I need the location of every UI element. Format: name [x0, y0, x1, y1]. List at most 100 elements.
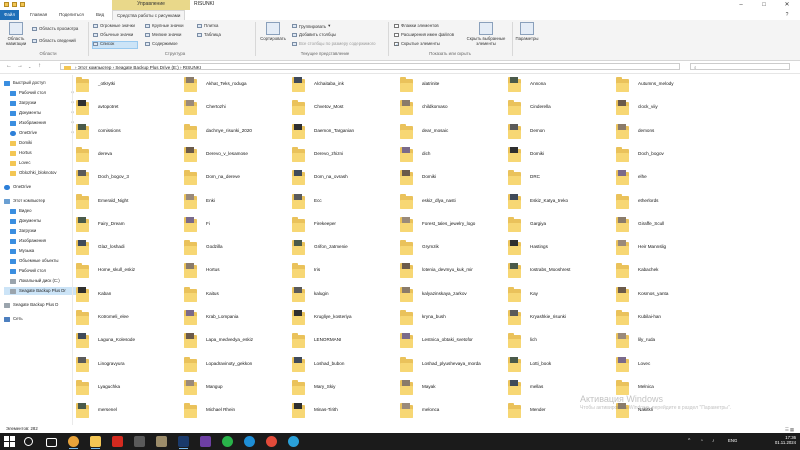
add-columns-dropdown[interactable]: Добавить столбцы — [292, 32, 336, 37]
breadcrumb-this-pc[interactable]: Этот компьютер — [78, 65, 112, 70]
folder-item[interactable]: Eskiz_Katya_treko — [508, 192, 608, 213]
folder-item[interactable]: Kay — [508, 285, 608, 306]
telegram-icon[interactable] — [288, 436, 299, 447]
folder-item[interactable]: alatrinite — [400, 75, 500, 96]
sidebar-item[interactable]: Сеть — [4, 315, 70, 323]
sidebar-item[interactable]: Локальный диск (C:) — [4, 277, 76, 285]
tab-share[interactable]: Поделиться — [55, 10, 88, 20]
folder-item[interactable]: Domiki — [508, 145, 608, 166]
recent-locations-icon[interactable]: ⌄ — [28, 64, 31, 69]
yandex-browser-icon[interactable] — [266, 436, 277, 447]
volume-icon[interactable]: ♪ — [712, 438, 715, 444]
fit-columns-button[interactable]: Все столбцы по размеру содержимого — [292, 41, 376, 46]
folder-item[interactable]: Heir Mannslig — [616, 238, 716, 259]
folder-item[interactable]: Chertozhi — [184, 98, 284, 119]
folder-item[interactable]: eskiz_dlya_nasti — [400, 192, 500, 213]
view-table[interactable]: Таблица — [197, 32, 221, 37]
folder-item[interactable]: Krugliye_kosteriya — [292, 308, 392, 329]
breadcrumb-drive[interactable]: Seagate Backup Plus Drive (E:) — [115, 65, 178, 70]
folder-item[interactable]: Forest_tales_jewelry_logo — [400, 215, 500, 236]
folder-item[interactable]: Michael Rhein — [184, 401, 284, 422]
folder-item[interactable]: Loshad_bubon — [292, 355, 392, 376]
sidebar-item[interactable]: Seagate Backup Plus Dr — [4, 287, 76, 295]
close-button[interactable]: ✕ — [776, 0, 798, 10]
folder-item[interactable]: kalyazinskaya_zarkov — [400, 285, 500, 306]
folder-item[interactable]: Laguna_Kolesode — [76, 331, 176, 352]
sidebar-item[interactable]: Изображения⚲ — [4, 119, 76, 127]
sidebar-item[interactable]: Hortus — [4, 149, 76, 157]
folder-item[interactable]: kalugin — [292, 285, 392, 306]
folder-item[interactable]: Lotti_book — [508, 355, 608, 376]
sidebar-item[interactable]: Lovec — [4, 159, 76, 167]
folder-item[interactable]: dachnye_risunki_2020 — [184, 122, 284, 143]
view-list[interactable]: Список — [93, 41, 114, 46]
details-pane-button[interactable]: Область сведений — [32, 38, 76, 43]
folder-item[interactable]: Minas-Tirith — [292, 401, 392, 422]
folder-item[interactable]: elhe — [616, 168, 716, 189]
search-icon[interactable] — [24, 437, 33, 446]
folder-item[interactable]: Kaban — [76, 285, 176, 306]
minimize-button[interactable]: – — [730, 0, 752, 10]
explorer-icon[interactable] — [90, 436, 101, 447]
sidebar-item[interactable]: Музыка — [4, 247, 76, 255]
folder-item[interactable]: Derevo_zhizni — [292, 145, 392, 166]
network-icon[interactable]: ◔ — [700, 438, 703, 444]
folder-item[interactable]: Dom_na_ovrash — [292, 168, 392, 189]
folder-item[interactable]: dear_mosaic — [400, 122, 500, 143]
folder-item[interactable]: Ecc — [292, 192, 392, 213]
address-path[interactable]: › Этот компьютер › Seagate Backup Plus D… — [60, 63, 680, 70]
clock[interactable]: 17:36 01.11.2024 — [775, 435, 796, 445]
folder-item[interactable]: clock_viiy — [616, 98, 716, 119]
sidebar-item[interactable]: Seagate Backup Plus D — [4, 301, 70, 309]
folder-item[interactable]: Lovec — [616, 355, 716, 376]
folder-item[interactable]: Doch_bogov — [616, 145, 716, 166]
sidebar-item[interactable]: Рабочий стол⚲ — [4, 89, 76, 97]
sidebar-item[interactable]: Domiki — [4, 139, 76, 147]
view-small-icons[interactable]: Мелкие значки — [145, 32, 181, 37]
folder-item[interactable]: Home_skull_eskiz — [76, 261, 176, 282]
folder-item[interactable]: Glaz_loshadi — [76, 238, 176, 259]
folder-item[interactable]: Kabachek — [616, 261, 716, 282]
folder-item[interactable]: Kryashkie_risunki — [508, 308, 608, 329]
forward-arrow-icon[interactable]: → — [17, 63, 23, 69]
folder-item[interactable]: Mayak — [400, 378, 500, 399]
folder-item[interactable]: kryna_bush — [400, 308, 500, 329]
file-extensions-toggle[interactable]: Расширения имен файлов — [394, 32, 454, 37]
folder-item[interactable]: childkomaso — [400, 98, 500, 119]
chrome-icon[interactable] — [68, 436, 79, 447]
language-indicator[interactable]: ENG — [728, 438, 737, 443]
folder-item[interactable]: LENORMANI — [292, 331, 392, 352]
tab-home[interactable]: Главная — [26, 10, 51, 20]
maximize-button[interactable]: □ — [753, 0, 775, 10]
checkbox[interactable] — [394, 23, 399, 28]
folder-item[interactable]: Firekeeper — [292, 215, 392, 236]
preview-pane-button[interactable]: Область просмотра — [32, 26, 78, 31]
sidebar-item[interactable]: Oblozhki_bloknotov — [4, 169, 76, 177]
back-arrow-icon[interactable]: ← — [6, 63, 12, 69]
folder-item[interactable]: Kotromeli_elee — [76, 308, 176, 329]
folder-item[interactable]: Kosmos_yanta — [616, 285, 716, 306]
task-view-icon[interactable] — [46, 438, 57, 447]
folder-item[interactable]: Krab_Lompania — [184, 308, 284, 329]
group-by-dropdown[interactable]: Группировать ▾ — [292, 23, 330, 29]
folder-item[interactable]: lotenia_devmyu_kuk_mir — [400, 261, 500, 282]
up-arrow-icon[interactable]: ↑ — [38, 63, 41, 69]
sidebar-item[interactable]: Видео — [4, 207, 76, 215]
folder-item[interactable]: mersenel — [76, 401, 176, 422]
folder-item[interactable]: Daemon_Targanian — [292, 122, 392, 143]
folder-item[interactable]: Mary_Skiy — [292, 378, 392, 399]
folder-item[interactable]: Derevo_v_lesamose — [184, 145, 284, 166]
folder-item[interactable]: Hastings — [508, 238, 608, 259]
folder-item[interactable]: comissions — [76, 122, 176, 143]
ms-store-icon[interactable] — [134, 436, 145, 447]
folder-item[interactable]: Mangup — [184, 378, 284, 399]
folder-item[interactable]: Cinderella — [508, 98, 608, 119]
sidebar-item[interactable]: Документы — [4, 217, 76, 225]
folder-item[interactable]: Annona — [508, 75, 608, 96]
files-icon[interactable] — [156, 436, 167, 447]
folder-item[interactable]: Lyaguchka — [76, 378, 176, 399]
folder-item[interactable]: Lestnica_obtaki_svetofor — [400, 331, 500, 352]
folder-item[interactable]: Fairy_Dream — [76, 215, 176, 236]
hidden-items-toggle[interactable]: Скрытые элементы — [394, 41, 440, 46]
tab-file[interactable]: Файл — [0, 10, 20, 20]
